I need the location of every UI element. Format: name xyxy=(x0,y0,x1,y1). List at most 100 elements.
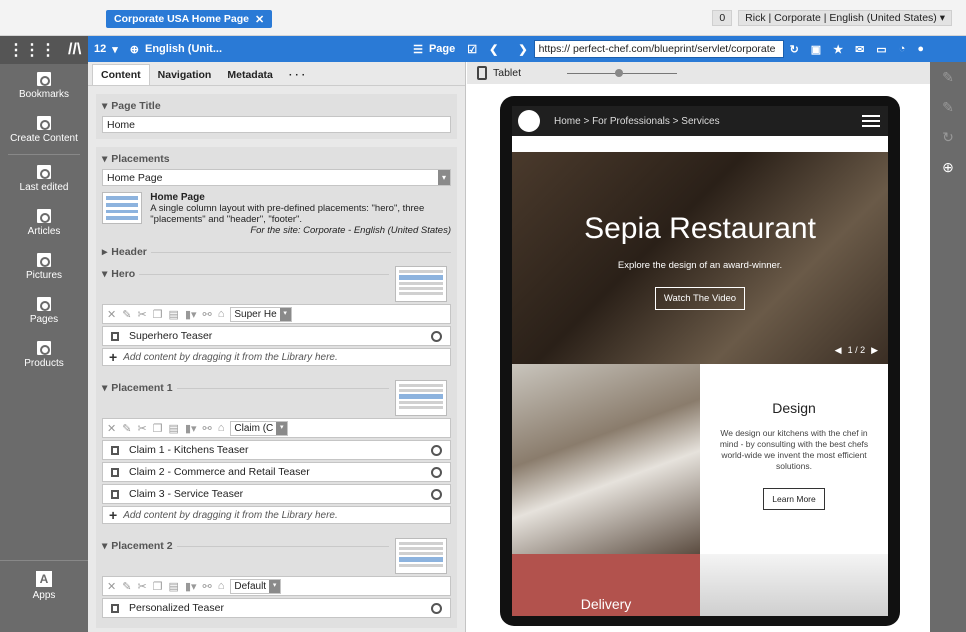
lock-icon[interactable]: ⌂ xyxy=(218,422,225,434)
user-menu[interactable]: Rick | Corporate | English (United State… xyxy=(738,10,952,26)
globe-icon[interactable] xyxy=(431,488,442,500)
edit-icon[interactable]: ✎ xyxy=(122,308,131,321)
nav-bookmarks[interactable]: Bookmarks xyxy=(0,64,88,108)
header-heading[interactable]: ▸ Header xyxy=(102,246,451,258)
nav-pictures[interactable]: Pictures xyxy=(0,245,88,289)
list-item[interactable]: Superhero Teaser xyxy=(102,326,451,346)
image-button[interactable]: ▭ xyxy=(870,43,892,56)
paste-icon[interactable]: ▤ xyxy=(169,580,179,593)
cut-icon[interactable]: ✂ xyxy=(137,580,146,593)
version-selector[interactable]: 12 ▾ xyxy=(88,43,124,56)
view-type-select[interactable]: Claim (C ▾ xyxy=(230,420,289,436)
link-icon[interactable]: ⚯ xyxy=(203,422,212,435)
nav-create-content[interactable]: Create Content xyxy=(0,108,88,152)
zoom-slider[interactable] xyxy=(567,68,678,77)
globe-icon[interactable] xyxy=(431,330,442,342)
paste-icon[interactable]: ▤ xyxy=(169,422,179,435)
page-title-heading[interactable]: ▾ Page Title xyxy=(102,100,451,112)
tab-more[interactable]: · · · xyxy=(281,65,313,85)
page-title-input[interactable]: Home xyxy=(102,116,451,133)
pen-icon[interactable]: ✎ xyxy=(930,62,966,92)
approve-button[interactable]: ☑ xyxy=(461,43,483,56)
edit-icon[interactable]: ✎ xyxy=(122,422,131,435)
add-icon[interactable]: ▮▾ xyxy=(185,308,197,321)
language-selector[interactable]: ⊕ English (Unit... xyxy=(124,43,228,56)
drop-zone[interactable]: + Add content by dragging it from the Lib… xyxy=(102,506,451,524)
hero-subtitle: Explore the design of an award-winner. xyxy=(617,260,783,271)
globe-icon[interactable] xyxy=(431,602,442,614)
bookmark-button[interactable]: ★ xyxy=(827,43,849,56)
layout-select[interactable]: Home Page ▾ xyxy=(102,169,451,186)
mail-button[interactable]: ✉ xyxy=(849,43,870,56)
list-item[interactable]: Claim 2 - Commerce and Retail Teaser xyxy=(102,462,451,482)
device-button[interactable]: ▣ xyxy=(805,43,827,56)
link-icon[interactable]: ⚯ xyxy=(203,580,212,593)
preview-screen: Home > For Professionals > Services Sepi… xyxy=(512,106,888,616)
design-teaser: Design We design our kitchens with the c… xyxy=(700,364,888,554)
pen-icon[interactable]: ✎ xyxy=(930,92,966,122)
nav-last-edited[interactable]: Last edited xyxy=(0,157,88,201)
expand-button[interactable]: ❯ xyxy=(512,43,533,56)
nav-articles[interactable]: Articles xyxy=(0,201,88,245)
notification-count[interactable]: 0 xyxy=(712,10,733,26)
reload-icon: ↻ xyxy=(789,43,799,56)
page-mode-button[interactable]: ☰ Page xyxy=(407,43,461,56)
placements-heading[interactable]: ▾ Placements xyxy=(102,153,451,165)
refresh-icon[interactable]: ↻ xyxy=(930,122,966,152)
close-icon[interactable]: ✕ xyxy=(255,13,264,26)
reload-button[interactable]: ↻ xyxy=(784,43,805,56)
document-tab[interactable]: Corporate USA Home Page ✕ xyxy=(106,10,273,28)
carousel-pager: ◀ 1 / 2 ▶ xyxy=(835,345,878,356)
add-icon[interactable]: ▮▾ xyxy=(185,422,197,435)
library-icon[interactable]: //\ xyxy=(68,41,81,59)
copy-icon[interactable]: ❐ xyxy=(153,308,163,321)
cut-icon[interactable]: ✂ xyxy=(137,422,146,435)
site-breadcrumb[interactable]: Home > For Professionals > Services xyxy=(554,116,720,127)
view-type-value: Super He xyxy=(234,308,277,320)
document-tab-label: Corporate USA Home Page xyxy=(114,13,249,25)
collapse-button[interactable]: ❮ xyxy=(483,43,504,56)
list-item[interactable]: Claim 1 - Kitchens Teaser xyxy=(102,440,451,460)
drop-zone[interactable]: + Add content by dragging it from the Lib… xyxy=(102,348,451,366)
globe-icon[interactable] xyxy=(431,466,442,478)
add-icon[interactable]: ▮▾ xyxy=(185,580,197,593)
site-logo[interactable] xyxy=(518,110,540,132)
view-type-select[interactable]: Super He ▾ xyxy=(230,306,292,322)
copy-icon[interactable]: ❐ xyxy=(153,580,163,593)
hamburger-icon[interactable] xyxy=(862,115,880,127)
nav-products[interactable]: Products xyxy=(0,333,88,377)
cut-icon[interactable]: ✂ xyxy=(137,308,146,321)
copy-icon[interactable]: ❐ xyxy=(153,422,163,435)
learn-more-button[interactable]: Learn More xyxy=(763,488,825,510)
paste-icon[interactable]: ▤ xyxy=(169,308,179,321)
preview-url-input[interactable]: https:// perfect-chef.com/blueprint/serv… xyxy=(533,40,784,58)
globe-search-icon[interactable]: ⊕ xyxy=(930,152,966,182)
nav-apps[interactable]: A Apps xyxy=(0,560,88,632)
layout-description: Home Page A single column layout with pr… xyxy=(102,192,451,236)
list-icon: ☰ xyxy=(413,43,423,56)
tab-content[interactable]: Content xyxy=(92,64,150,85)
link-icon[interactable]: ⚯ xyxy=(203,308,212,321)
folder-search-icon xyxy=(37,165,51,179)
delivery-teaser: Delivery xyxy=(512,554,700,616)
grid-icon[interactable]: ⋮⋮⋮ xyxy=(8,40,56,60)
tab-metadata[interactable]: Metadata xyxy=(219,65,281,85)
delete-icon[interactable]: ✕ xyxy=(107,308,116,321)
view-type-select[interactable]: Default ▾ xyxy=(230,578,282,594)
tab-navigation[interactable]: Navigation xyxy=(150,65,220,85)
list-item[interactable]: Personalized Teaser xyxy=(102,598,451,618)
nav-pages[interactable]: Pages xyxy=(0,289,88,333)
delete-icon[interactable]: ✕ xyxy=(107,422,116,435)
watch-video-button[interactable]: Watch The Video xyxy=(654,287,746,310)
next-icon[interactable]: ▶ xyxy=(871,345,878,356)
time-button[interactable]: ◔ xyxy=(893,43,912,55)
prev-icon[interactable]: ◀ xyxy=(835,345,842,356)
user-button[interactable]: ● xyxy=(911,43,930,55)
lock-icon[interactable]: ⌂ xyxy=(218,580,225,592)
globe-icon[interactable] xyxy=(431,444,442,456)
delete-icon[interactable]: ✕ xyxy=(107,580,116,593)
lock-icon[interactable]: ⌂ xyxy=(218,308,225,320)
slider-handle[interactable] xyxy=(615,68,624,77)
edit-icon[interactable]: ✎ xyxy=(122,580,131,593)
list-item[interactable]: Claim 3 - Service Teaser xyxy=(102,484,451,504)
